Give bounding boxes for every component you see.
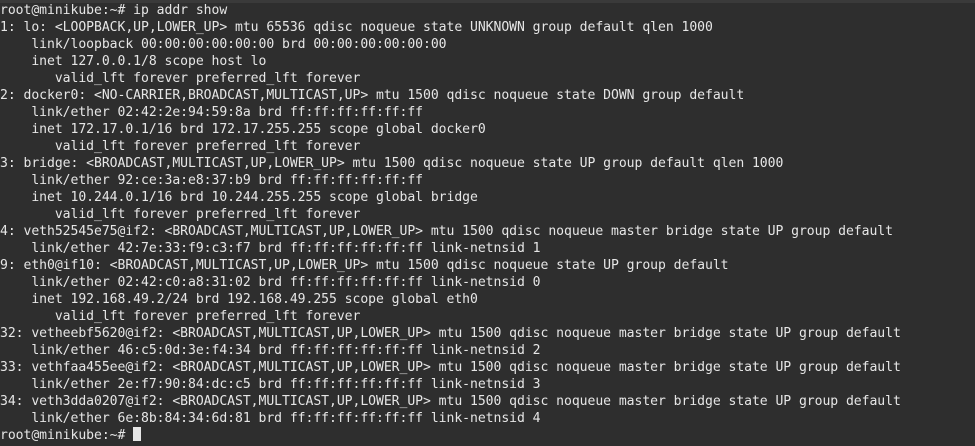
output-line: 33: vethfaa455ee@if2: <BROADCAST,MULTICA… (0, 360, 901, 375)
terminal-cursor (133, 427, 142, 441)
output-line: 9: eth0@if10: <BROADCAST,MULTICAST,UP,LO… (0, 258, 729, 273)
output-line: inet 10.244.0.1/16 brd 10.244.255.255 sc… (0, 190, 478, 205)
output-line: valid_lft forever preferred_lft forever (0, 309, 361, 324)
terminal-window[interactable]: root@minikube:~# ip addr show 1: lo: <LO… (0, 0, 975, 446)
output-line: valid_lft forever preferred_lft forever (0, 207, 361, 222)
shell-prompt: root@minikube:~# (0, 428, 134, 443)
terminal-output: root@minikube:~# ip addr show 1: lo: <LO… (0, 2, 975, 444)
output-line: 1: lo: <LOOPBACK,UP,LOWER_UP> mtu 65536 … (0, 20, 713, 35)
output-line: valid_lft forever preferred_lft forever (0, 139, 361, 154)
command-line: root@minikube:~# ip addr show (0, 3, 228, 18)
output-line: inet 172.17.0.1/16 brd 172.17.255.255 sc… (0, 122, 486, 137)
output-line: 32: vetheebf5620@if2: <BROADCAST,MULTICA… (0, 326, 901, 341)
output-line: link/ether 92:ce:3a:e8:37:b9 brd ff:ff:f… (0, 173, 423, 188)
output-line: inet 192.168.49.2/24 brd 192.168.49.255 … (0, 292, 478, 307)
output-line: link/ether 6e:8b:84:34:6d:81 brd ff:ff:f… (0, 411, 541, 426)
output-line: link/ether 46:c5:0d:3e:f4:34 brd ff:ff:f… (0, 343, 541, 358)
output-line: link/loopback 00:00:00:00:00:00 brd 00:0… (0, 37, 447, 52)
output-line: link/ether 2e:f7:90:84:dc:c5 brd ff:ff:f… (0, 377, 541, 392)
output-line: 4: veth52545e75@if2: <BROADCAST,MULTICAS… (0, 224, 893, 239)
output-line: 34: veth3dda0207@if2: <BROADCAST,MULTICA… (0, 394, 901, 409)
output-line: inet 127.0.0.1/8 scope host lo (0, 54, 267, 69)
output-line: valid_lft forever preferred_lft forever (0, 71, 361, 86)
prompt-line[interactable]: root@minikube:~# (0, 427, 975, 444)
output-line: link/ether 02:42:2e:94:59:8a brd ff:ff:f… (0, 105, 423, 120)
output-line: link/ether 02:42:c0:a8:31:02 brd ff:ff:f… (0, 275, 541, 290)
output-line: 3: bridge: <BROADCAST,MULTICAST,UP,LOWER… (0, 156, 784, 171)
output-line: 2: docker0: <NO-CARRIER,BROADCAST,MULTIC… (0, 88, 745, 103)
output-line: link/ether 42:7e:33:f9:c3:f7 brd ff:ff:f… (0, 241, 541, 256)
